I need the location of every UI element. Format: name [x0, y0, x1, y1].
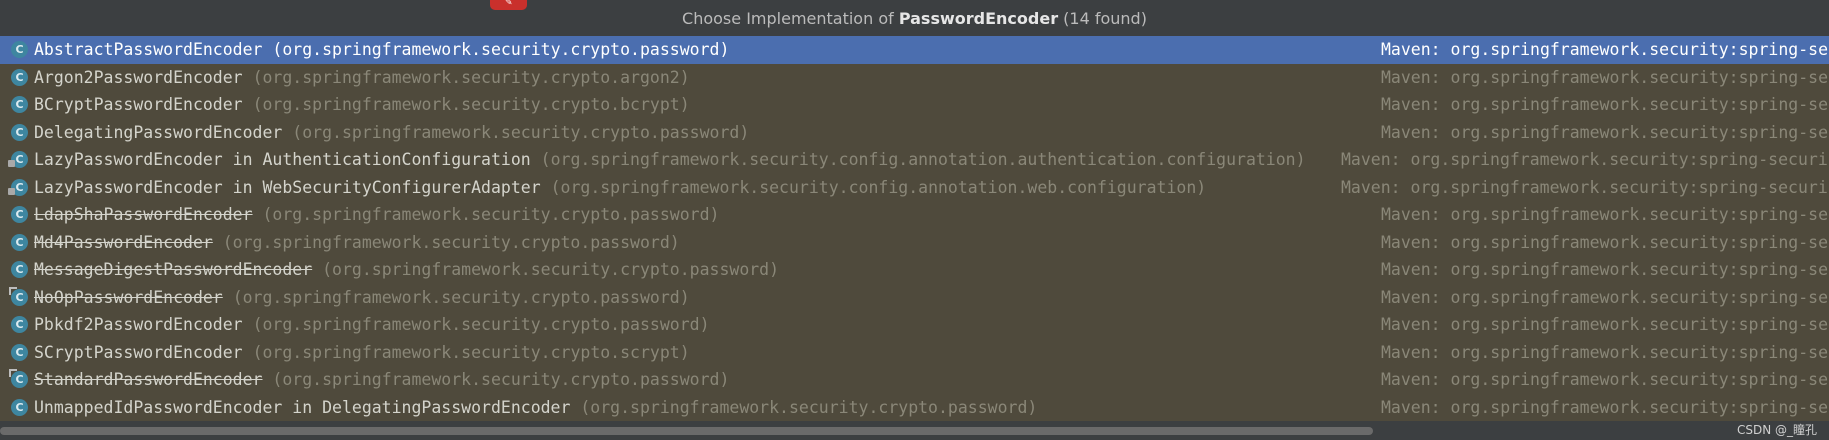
package-name: (org.springframework.security.crypto.pas… [252, 315, 710, 334]
package-name: (org.springframework.security.crypto.pas… [262, 205, 720, 224]
final-class-icon: C [9, 369, 28, 388]
library-name: Maven: org.springframework.security:spri… [1381, 287, 1829, 307]
class-name: Pbkdf2PasswordEncoder [34, 315, 243, 334]
class-name: LazyPasswordEncoder in AuthenticationCon… [34, 150, 531, 169]
implementation-list[interactable]: C AbstractPasswordEncoder (org.springfra… [0, 36, 1829, 421]
horizontal-scrollbar[interactable] [0, 427, 1373, 435]
class-name: MessageDigestPasswordEncoder [34, 260, 313, 279]
class-name: SCryptPasswordEncoder [34, 342, 243, 362]
class-name: StandardPasswordEncoder [34, 370, 263, 389]
class-name: BCryptPasswordEncoder [34, 95, 243, 114]
list-item-text: Md4PasswordEncoder (org.springframework.… [34, 229, 680, 257]
class-icon: C [11, 123, 28, 141]
package-name: (org.springframework.security.config.ann… [540, 150, 1306, 169]
library-name: Maven: org.springframework.security:spri… [1341, 150, 1828, 169]
package-name: (org.springframework.security.crypto.arg… [252, 67, 690, 87]
private-class-icon: C [8, 178, 28, 196]
class-icon: C [11, 68, 28, 86]
class-icon: C [11, 206, 28, 223]
list-item[interactable]: C UnmappedIdPasswordEncoder in Delegatin… [0, 394, 1829, 422]
package-name: (org.springframework.security.crypto.pas… [322, 260, 780, 279]
package-name: (org.springframework.security.crypto.pas… [580, 397, 1038, 417]
list-item[interactable]: C LdapShaPasswordEncoder (org.springfram… [0, 201, 1829, 229]
list-item[interactable]: C BCryptPasswordEncoder (org.springframe… [0, 91, 1829, 119]
package-name: (org.springframework.security.crypto.scr… [252, 342, 690, 362]
list-item-text: BCryptPasswordEncoder (org.springframewo… [34, 91, 690, 119]
list-item-text: NoOpPasswordEncoder (org.springframework… [34, 284, 690, 312]
list-item-text: MessageDigestPasswordEncoder (org.spring… [34, 256, 779, 284]
list-item-text: AbstractPasswordEncoder (org.springframe… [34, 36, 729, 64]
library-name: Maven: org.springframework.security:spri… [1381, 397, 1829, 417]
package-name: (org.springframework.security.crypto.pas… [232, 287, 690, 307]
package-name: (org.springframework.security.crypto.pas… [292, 122, 750, 142]
class-icon: C [11, 343, 28, 361]
class-name: Argon2PasswordEncoder [34, 67, 243, 87]
abstract-class-icon: C [11, 41, 28, 58]
list-item[interactable]: C Argon2PasswordEncoder (org.springframe… [0, 64, 1829, 92]
popup-title-interface: PasswordEncoder [898, 8, 1059, 28]
package-name: (org.springframework.security.crypto.pas… [272, 370, 730, 389]
library-name: Maven: org.springframework.security:spri… [1381, 205, 1829, 224]
class-name: NoOpPasswordEncoder [34, 287, 223, 307]
library-name: Maven: org.springframework.security:spri… [1381, 122, 1829, 142]
library-name: Maven: org.springframework.security:spri… [1341, 177, 1828, 197]
class-name: LazyPasswordEncoder in WebSecurityConfig… [34, 177, 541, 197]
list-item-text: LdapShaPasswordEncoder (org.springframew… [34, 201, 719, 229]
package-name: (org.springframework.security.crypto.bcr… [252, 95, 690, 114]
library-name: Maven: org.springframework.security:spri… [1381, 67, 1829, 87]
list-item[interactable]: C SCryptPasswordEncoder (org.springframe… [0, 339, 1829, 367]
package-name: (org.springframework.security.crypto.pas… [222, 232, 680, 252]
popup-title-count: (14 found) [1058, 8, 1147, 28]
list-item-text: StandardPasswordEncoder (org.springframe… [34, 366, 729, 394]
list-item[interactable]: C LazyPasswordEncoder in WebSecurityConf… [0, 174, 1829, 202]
list-item[interactable]: C Md4PasswordEncoder (org.springframewor… [0, 229, 1829, 257]
class-icon: C [11, 316, 28, 333]
library-name: Maven: org.springframework.security:spri… [1381, 370, 1829, 389]
list-item[interactable]: C StandardPasswordEncoder (org.springfra… [0, 366, 1829, 394]
list-item-text: LazyPasswordEncoder in WebSecurityConfig… [34, 174, 1206, 202]
marker-icon: ✎ [490, 0, 527, 10]
library-name: Maven: org.springframework.security:spri… [1381, 95, 1829, 114]
library-name: Maven: org.springframework.security:spri… [1381, 315, 1829, 334]
watermark: CSDN @_瞳孔 [1736, 423, 1817, 437]
list-item-text: DelegatingPasswordEncoder (org.springfra… [34, 119, 749, 147]
class-name: UnmappedIdPasswordEncoder in DelegatingP… [34, 397, 571, 417]
list-item[interactable]: C LazyPasswordEncoder in AuthenticationC… [0, 146, 1829, 174]
class-name: DelegatingPasswordEncoder [34, 122, 283, 142]
list-item-text: LazyPasswordEncoder in AuthenticationCon… [34, 146, 1306, 174]
class-name: LdapShaPasswordEncoder [34, 205, 253, 224]
library-name: Maven: org.springframework.security:spri… [1381, 260, 1829, 279]
list-item-text: Pbkdf2PasswordEncoder (org.springframewo… [34, 311, 710, 339]
package-name: (org.springframework.security.config.ann… [550, 177, 1207, 197]
class-icon: C [11, 96, 28, 113]
class-icon: C [11, 261, 28, 278]
list-item[interactable]: C Pbkdf2PasswordEncoder (org.springframe… [0, 311, 1829, 339]
class-name: AbstractPasswordEncoder [34, 40, 263, 59]
class-icon: C [11, 398, 28, 416]
list-item-text: SCryptPasswordEncoder (org.springframewo… [34, 339, 690, 367]
library-name: Maven: org.springframework.security:spri… [1381, 40, 1829, 59]
list-item[interactable]: C NoOpPasswordEncoder (org.springframewo… [0, 284, 1829, 312]
library-name: Maven: org.springframework.security:spri… [1381, 232, 1829, 252]
class-icon: C [11, 233, 28, 251]
popup-title-prefix: Choose Implementation of [682, 8, 899, 28]
list-item-text: UnmappedIdPasswordEncoder in DelegatingP… [34, 394, 1037, 422]
list-item[interactable]: C DelegatingPasswordEncoder (org.springf… [0, 119, 1829, 147]
list-item-text: Argon2PasswordEncoder (org.springframewo… [34, 64, 690, 92]
popup-title: Choose Implementation of PasswordEncoder… [0, 0, 1829, 36]
final-class-icon: C [9, 286, 28, 306]
list-item[interactable]: C MessageDigestPasswordEncoder (org.spri… [0, 256, 1829, 284]
pin-icon: ✎ [505, 0, 513, 8]
library-name: Maven: org.springframework.security:spri… [1381, 342, 1829, 362]
list-item[interactable]: C AbstractPasswordEncoder (org.springfra… [0, 36, 1829, 64]
class-name: Md4PasswordEncoder [34, 232, 213, 252]
package-name: (org.springframework.security.crypto.pas… [272, 40, 730, 59]
private-class-icon: C [8, 151, 28, 168]
